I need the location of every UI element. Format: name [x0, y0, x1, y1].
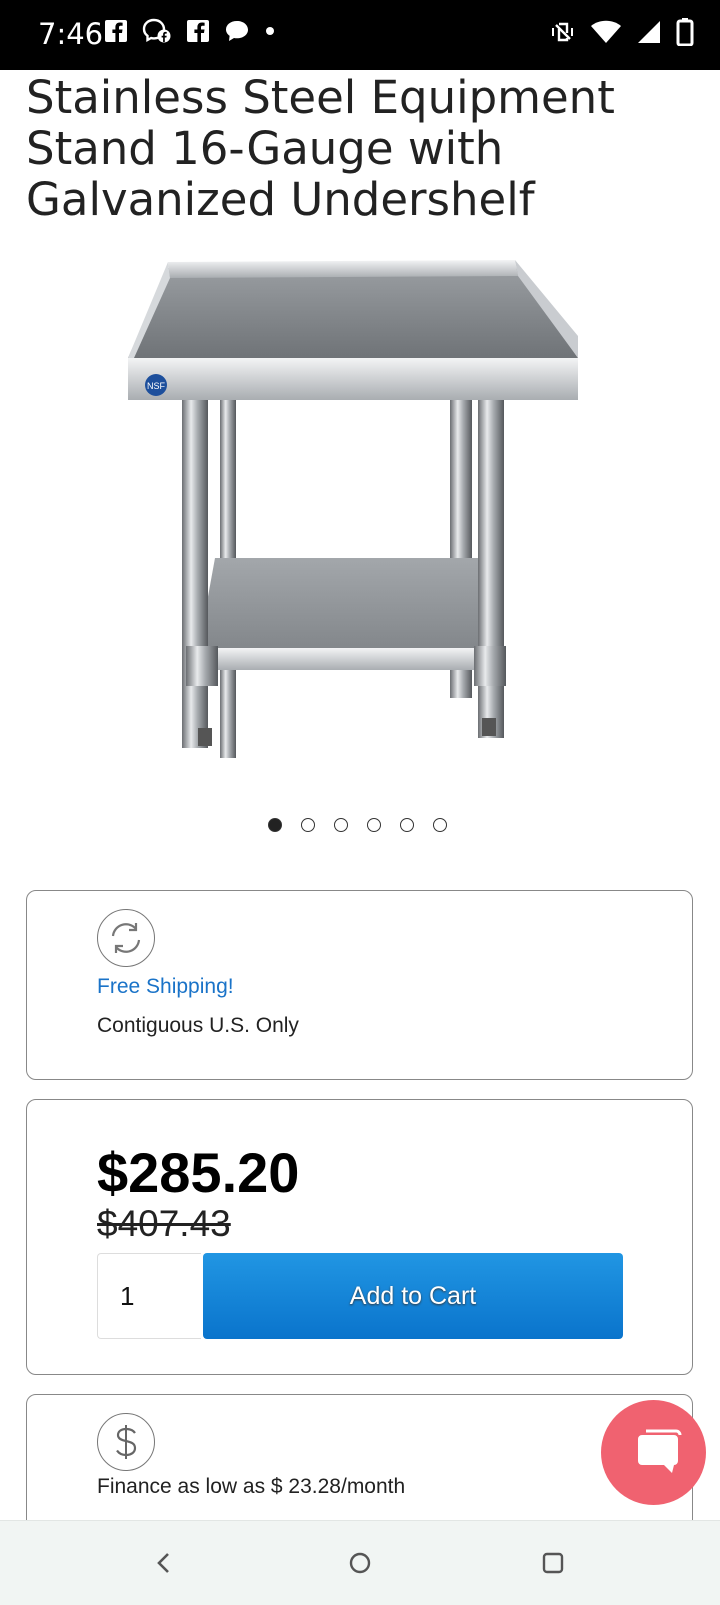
home-button[interactable]	[340, 1543, 380, 1583]
carousel-dot[interactable]	[367, 818, 381, 832]
status-time: 7:46	[38, 17, 104, 51]
carousel-dot[interactable]	[268, 818, 282, 832]
refresh-icon	[97, 909, 155, 967]
product-image[interactable]: NSF	[120, 258, 600, 768]
carousel-dot[interactable]	[433, 818, 447, 832]
home-icon	[349, 1552, 371, 1574]
carousel-dot[interactable]	[334, 818, 348, 832]
free-shipping-label: Free Shipping!	[97, 975, 234, 998]
original-price: $407.43	[97, 1203, 231, 1244]
notification-dot-icon	[266, 27, 274, 35]
price-card: $285.20 $407.43 1 Add to Cart	[26, 1099, 693, 1375]
chat-icon	[637, 1429, 681, 1473]
status-notification-icons	[104, 18, 276, 44]
product-title: Stainless Steel Equipment Stand 16-Gauge…	[26, 71, 615, 226]
back-button[interactable]	[144, 1543, 184, 1583]
shipping-card: Free Shipping! Contiguous U.S. Only	[26, 890, 693, 1080]
wifi-icon	[591, 20, 621, 43]
vibrate-off-icon	[552, 22, 573, 42]
back-icon	[157, 1553, 169, 1573]
status-system-icons	[550, 18, 694, 46]
finance-text: Finance as low as $ 23.28/month	[97, 1475, 406, 1498]
chat-bubble-icon	[226, 21, 248, 41]
dollar-icon	[97, 1413, 155, 1471]
carousel-dot[interactable]	[400, 818, 414, 832]
signal-icon	[638, 21, 660, 43]
quantity-input[interactable]: 1	[97, 1253, 201, 1339]
add-to-cart-button[interactable]: Add to Cart	[203, 1253, 623, 1339]
system-navigation-bar	[0, 1520, 720, 1605]
facebook-icon	[187, 20, 209, 42]
svg-text:NSF: NSF	[147, 381, 166, 391]
carousel-indicator	[268, 818, 447, 832]
shipping-restriction-text: Contiguous U.S. Only	[97, 1014, 299, 1037]
sale-price: $285.20	[97, 1141, 300, 1204]
facebook-icon	[105, 20, 127, 42]
carousel-dot[interactable]	[301, 818, 315, 832]
messenger-icon	[142, 18, 171, 43]
chat-button[interactable]	[601, 1400, 706, 1505]
battery-icon	[676, 18, 694, 46]
recents-icon	[542, 1552, 564, 1574]
recents-button[interactable]	[533, 1543, 573, 1583]
status-bar: 7:46	[0, 0, 720, 70]
